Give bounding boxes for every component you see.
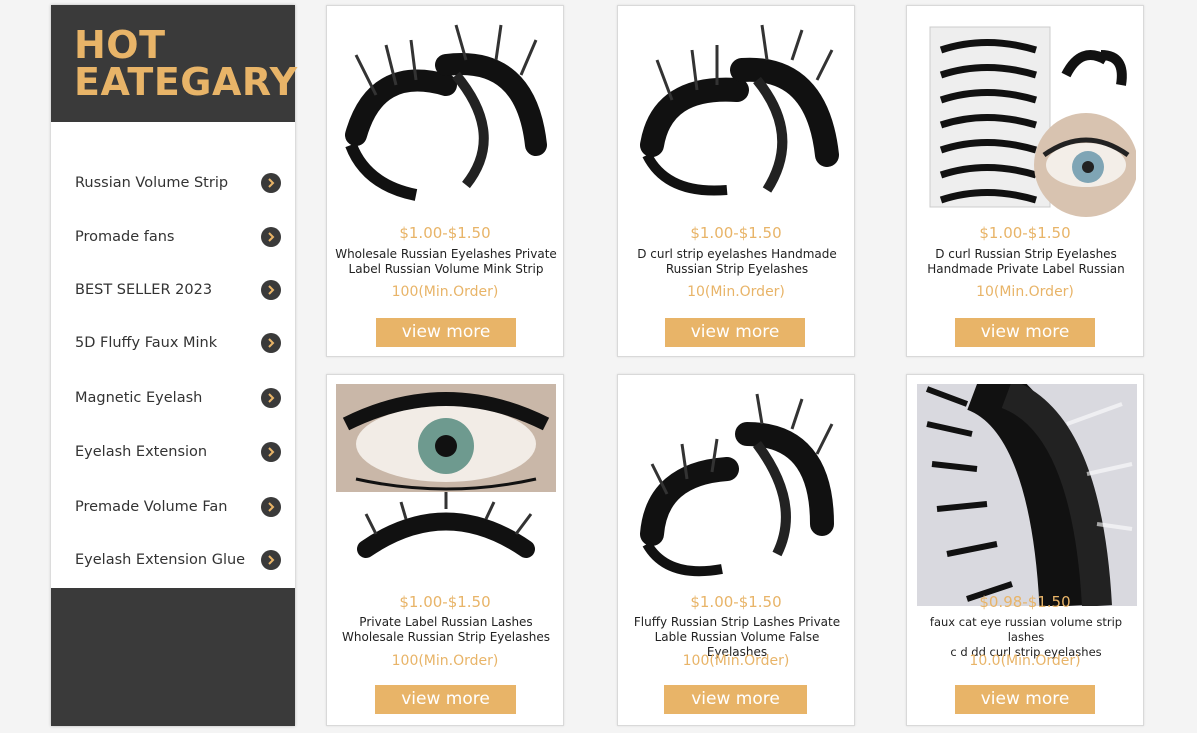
product-image[interactable] — [627, 15, 847, 237]
category-label: BEST SELLER 2023 — [75, 282, 213, 298]
product-card[interactable]: $1.00-$1.50 Fluffy Russian Strip Lashes … — [617, 374, 855, 726]
category-item-eyelash-extension[interactable]: Eyelash Extension — [75, 436, 281, 468]
view-more-button[interactable]: view more — [955, 685, 1095, 714]
category-item-promade-fans[interactable]: Promade fans — [75, 221, 281, 253]
product-price: $0.98-$1.50 — [979, 593, 1071, 611]
product-name[interactable]: Wholesale Russian Eyelashes Private Labe… — [335, 247, 557, 277]
lash-strip-pair-icon — [345, 24, 547, 201]
chevron-right-icon — [261, 173, 281, 193]
category-item-russian-volume-strip[interactable]: Russian Volume Strip — [75, 167, 281, 199]
lash-strip-closeup-icon — [917, 384, 1137, 606]
eye-closeup-with-strip-icon — [336, 384, 556, 558]
product-image[interactable] — [627, 384, 847, 606]
product-image[interactable] — [336, 384, 556, 606]
product-price: $1.00-$1.50 — [690, 224, 782, 242]
category-item-premade-volume-fan[interactable]: Premade Volume Fan — [75, 491, 281, 523]
view-more-button[interactable]: view more — [664, 685, 807, 714]
chevron-right-icon — [261, 497, 281, 517]
sidebar-title-line2: EATEGARY — [74, 60, 298, 104]
product-price: $1.00-$1.50 — [979, 224, 1071, 242]
category-label: Magnetic Eyelash — [75, 390, 203, 406]
chevron-right-icon — [261, 333, 281, 353]
product-name[interactable]: D curl Russian Strip Eyelashes Handmade … — [915, 247, 1137, 277]
view-more-button[interactable]: view more — [665, 318, 805, 347]
product-price: $1.00-$1.50 — [399, 593, 491, 611]
chevron-right-icon — [261, 227, 281, 247]
category-sidebar: HOT EATEGARY Russian Volume Strip Promad… — [51, 5, 298, 726]
category-list: Russian Volume Strip Promade fans BEST S… — [51, 122, 295, 588]
product-image[interactable] — [336, 15, 556, 237]
category-label: Eyelash Extension — [75, 444, 208, 460]
product-price: $1.00-$1.50 — [690, 593, 782, 611]
product-card[interactable]: $0.98-$1.50 faux cat eye russian volume … — [906, 374, 1144, 726]
product-card[interactable]: $1.00-$1.50 Wholesale Russian Eyelashes … — [326, 5, 564, 357]
product-name-line2: Label Russian Volume Mink Strip — [348, 262, 544, 276]
product-name-line1: Private Label Russian Lashes — [359, 615, 533, 629]
category-label: Eyelash Extension Glue — [75, 552, 246, 568]
product-name-line2: Russian Strip Eyelashes — [665, 262, 809, 276]
product-card[interactable]: $1.00-$1.50 Private Label Russian Lashes… — [326, 374, 564, 726]
lash-strip-pair-icon — [640, 393, 834, 577]
product-name-line1: D curl strip eyelashes Handmade — [637, 247, 837, 261]
product-name-line1: D curl Russian Strip Eyelashes — [935, 247, 1117, 261]
product-image[interactable] — [916, 15, 1136, 237]
category-label: 5D Fluffy Faux Mink — [75, 335, 218, 351]
min-order: 100(Min.Order) — [391, 284, 499, 300]
min-order: 100(Min.Order) — [682, 653, 790, 669]
product-name-line1: faux cat eye russian volume strip lashes — [929, 615, 1123, 644]
product-name[interactable]: Private Label Russian Lashes Wholesale R… — [335, 615, 557, 645]
min-order: 100(Min.Order) — [391, 653, 499, 669]
chevron-right-icon — [261, 388, 281, 408]
category-label: Premade Volume Fan — [75, 499, 228, 515]
view-more-button[interactable]: view more — [375, 685, 516, 714]
min-order: 10(Min.Order) — [687, 284, 785, 300]
lash-tray-with-eye-icon — [929, 26, 1136, 217]
product-card[interactable]: $1.00-$1.50 D curl strip eyelashes Handm… — [617, 5, 855, 357]
category-item-magnetic-eyelash[interactable]: Magnetic Eyelash — [75, 382, 281, 414]
product-name-line2: Handmade Private Label Russian — [927, 262, 1125, 276]
product-price: $1.00-$1.50 — [399, 224, 491, 242]
category-item-best-seller-2023[interactable]: BEST SELLER 2023 — [75, 274, 281, 306]
category-item-eyelash-extension-glue[interactable]: Eyelash Extension Glue — [75, 544, 281, 576]
chevron-right-icon — [261, 442, 281, 462]
product-name-line1: Fluffy Russian Strip Lashes Private — [633, 615, 841, 629]
product-name[interactable]: D curl strip eyelashes Handmade Russian … — [626, 247, 848, 277]
category-item-5d-fluffy-faux-mink[interactable]: 5D Fluffy Faux Mink — [75, 327, 281, 359]
product-name-line1: Wholesale Russian Eyelashes Private — [335, 247, 557, 261]
view-more-button[interactable]: view more — [376, 318, 516, 347]
product-image[interactable] — [917, 384, 1137, 606]
category-label: Russian Volume Strip — [75, 175, 229, 191]
min-order: 10.0(Min.Order) — [969, 653, 1081, 669]
sidebar-header: HOT EATEGARY — [51, 5, 298, 122]
chevron-right-icon — [261, 550, 281, 570]
category-label: Promade fans — [75, 229, 175, 245]
product-card[interactable]: $1.00-$1.50 D curl Russian Strip Eyelash… — [906, 5, 1144, 357]
sidebar-title-line1: HOT — [74, 23, 166, 67]
view-more-button[interactable]: view more — [955, 318, 1095, 347]
sidebar-title: HOT EATEGARY — [74, 23, 298, 104]
chevron-right-icon — [261, 280, 281, 300]
product-name-line2: Wholesale Russian Strip Eyelashes — [342, 630, 550, 644]
min-order: 10(Min.Order) — [976, 284, 1074, 300]
lash-strip-pair-icon — [640, 24, 839, 196]
